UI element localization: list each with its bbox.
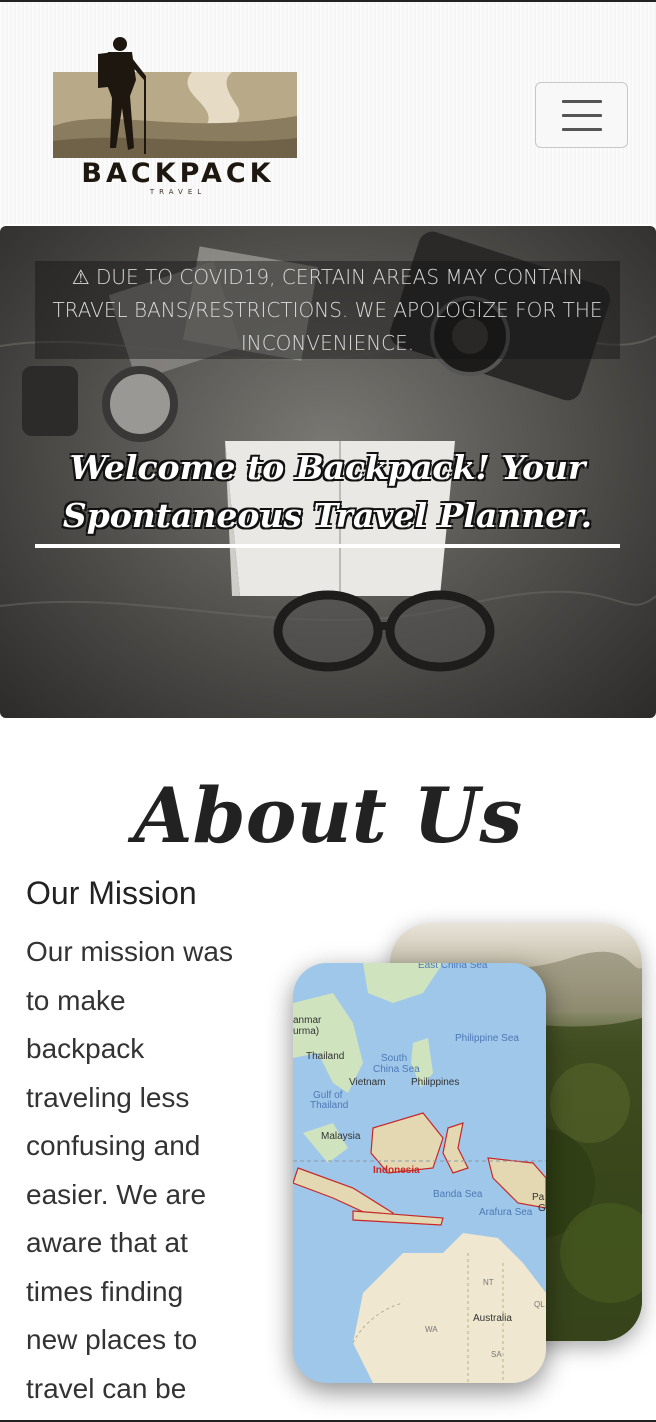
map-label: Philippines bbox=[411, 1077, 460, 1088]
map-label: South bbox=[381, 1053, 408, 1064]
warning-icon: ⚠ bbox=[71, 265, 90, 289]
map-label: Philippine Sea bbox=[455, 1033, 519, 1044]
map-label: urma) bbox=[293, 1026, 320, 1037]
map-label: Vietnam bbox=[349, 1077, 386, 1088]
logo-subtext: TRAVEL bbox=[149, 188, 207, 196]
magnifier-icon bbox=[102, 366, 178, 442]
map-label: Thailand bbox=[306, 1051, 345, 1062]
map-label: NT bbox=[483, 1278, 494, 1287]
mission-text: Our mission was to make backpack traveli… bbox=[26, 936, 233, 1404]
hero-banner: ⚠ DUE TO COVID19, CERTAIN AREAS MAY CONT… bbox=[0, 226, 656, 718]
map-label: Australia bbox=[473, 1313, 512, 1324]
map-label: Banda Sea bbox=[433, 1189, 483, 1200]
menu-icon-bar bbox=[562, 100, 602, 103]
map-label: anmar bbox=[293, 1015, 322, 1026]
map-label: China Sea bbox=[373, 1064, 420, 1075]
hero-title-line: Welcome to Backpack! Your bbox=[69, 448, 586, 487]
mission-title: Our Mission bbox=[26, 875, 197, 911]
map-label: East China Sea bbox=[418, 963, 488, 971]
site-header: BACKPACK TRAVEL bbox=[0, 2, 656, 224]
page: BACKPACK TRAVEL ⚠ DUE TO COVID19, CERTAI… bbox=[0, 0, 656, 1422]
alert-text: DUE TO COVID19, CERTAIN AREAS MAY CONTAI… bbox=[52, 265, 603, 355]
logo-text: BACKPACK bbox=[81, 158, 275, 189]
about-title: About Us bbox=[133, 771, 523, 860]
backpack-logo[interactable]: BACKPACK TRAVEL bbox=[52, 36, 298, 198]
map-label: G bbox=[538, 1203, 546, 1214]
hero-title-line: Spontaneous Travel Planner. bbox=[62, 496, 593, 535]
map-label: Arafura Sea bbox=[479, 1207, 533, 1218]
menu-icon-bar bbox=[562, 128, 602, 131]
map-label: Pa bbox=[532, 1192, 545, 1203]
map-label: Malaysia bbox=[321, 1131, 361, 1142]
menu-icon-bar bbox=[562, 114, 602, 117]
glasses-icon bbox=[273, 590, 495, 672]
hero-underline bbox=[35, 544, 620, 548]
covid-alert-banner: ⚠ DUE TO COVID19, CERTAIN AREAS MAY CONT… bbox=[35, 261, 620, 359]
map-label: Thailand bbox=[310, 1100, 349, 1111]
hamburger-menu-button[interactable] bbox=[535, 82, 628, 148]
map-label: QL bbox=[534, 1300, 545, 1309]
map-label: SA bbox=[491, 1350, 502, 1359]
hero-title: Welcome to Backpack! Your Spontaneous Tr… bbox=[35, 444, 620, 540]
map-label: WA bbox=[425, 1325, 438, 1334]
map-card: East China Sea Philippine Sea anmar urma… bbox=[293, 963, 546, 1383]
map-label: Indonesia bbox=[373, 1165, 420, 1176]
